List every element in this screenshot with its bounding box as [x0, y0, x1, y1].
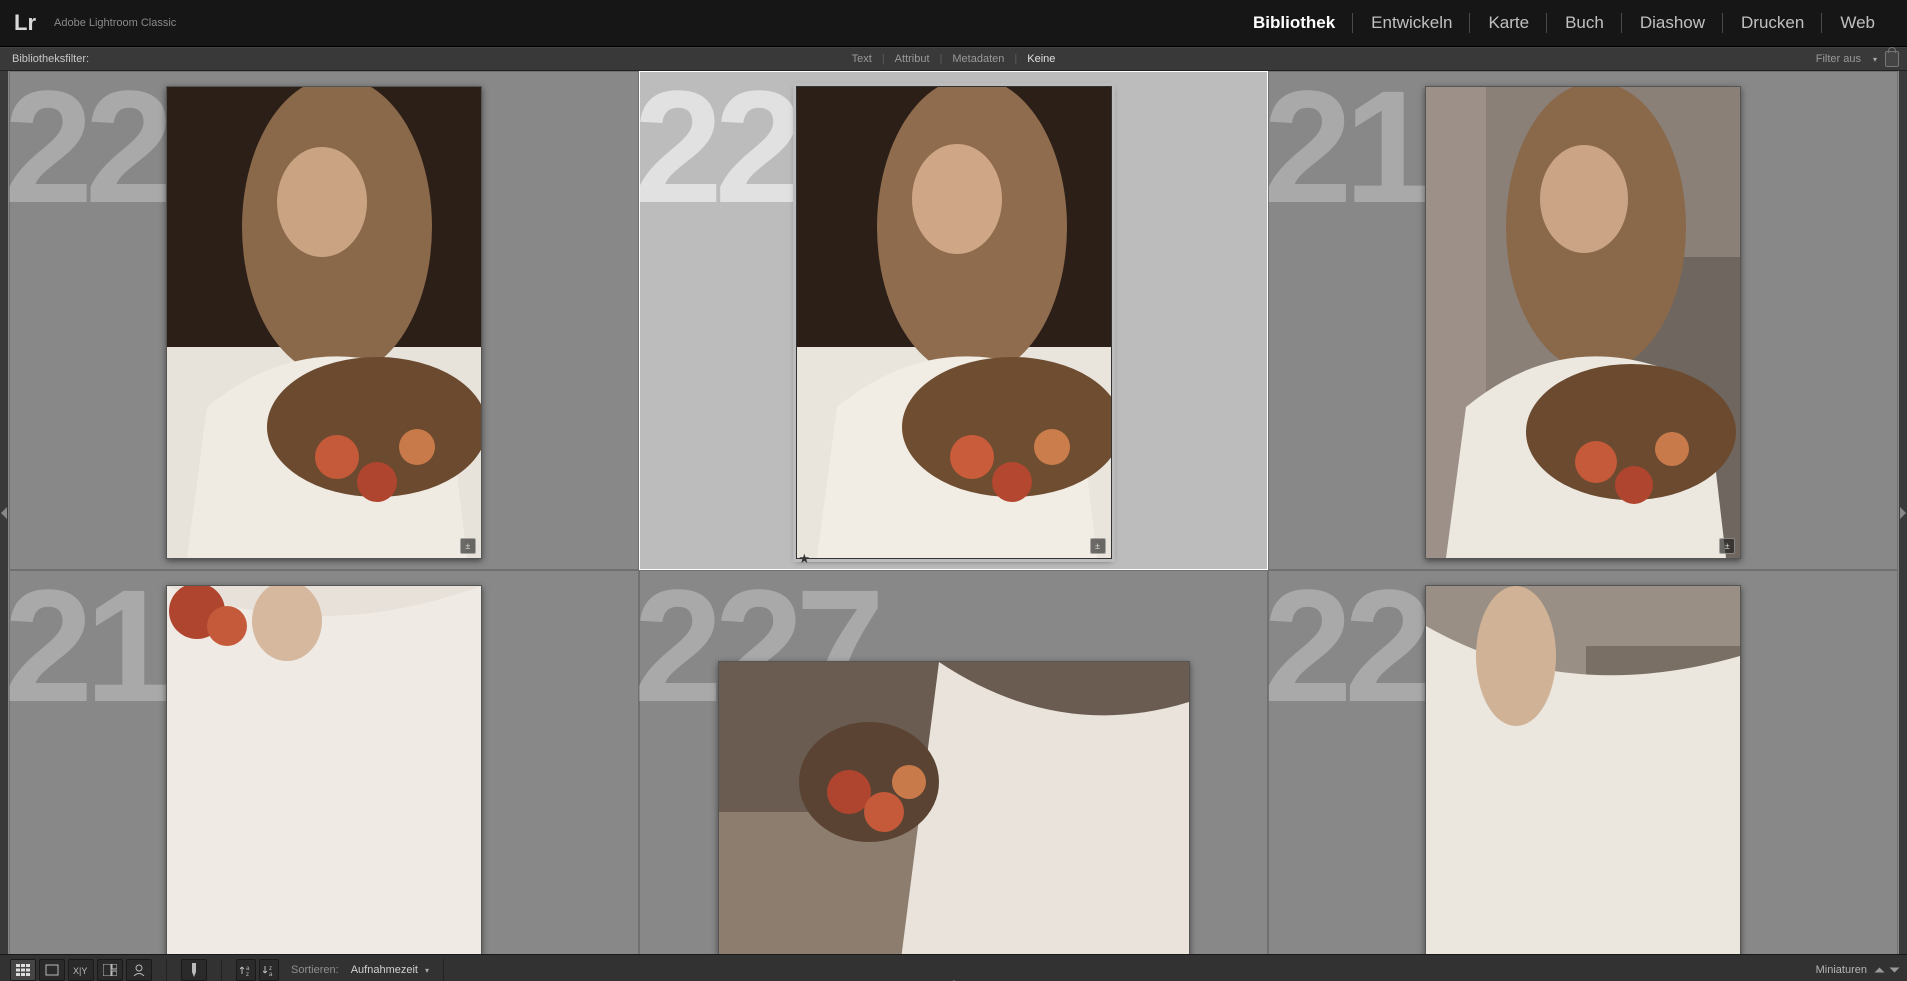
- separator: [443, 959, 444, 981]
- grid-cell[interactable]: 224 ±: [9, 71, 639, 570]
- sort-direction-group: az za: [236, 959, 279, 981]
- filter-none[interactable]: Keine: [1017, 48, 1065, 70]
- thumbnail-image[interactable]: [1425, 585, 1741, 954]
- module-slideshow[interactable]: Diashow: [1622, 9, 1723, 37]
- zoom-tri-icon[interactable]: [1875, 968, 1885, 973]
- sort-asc-button[interactable]: az: [236, 959, 256, 981]
- cell-index: 21: [1263, 71, 1425, 227]
- left-panel-collapsed[interactable]: [0, 71, 8, 954]
- compare-view-button[interactable]: X|Y: [68, 959, 94, 981]
- grid-row: 224 ±: [9, 71, 1898, 570]
- sort-value-text: Aufnahmezeit: [351, 964, 418, 976]
- library-filter-bar: Bibliotheksfilter: Text | Attribut | Met…: [0, 47, 1907, 71]
- module-map[interactable]: Karte: [1470, 9, 1547, 37]
- app-logo: Lr: [14, 10, 36, 36]
- filter-metadata[interactable]: Metadaten: [942, 48, 1014, 70]
- filter-types: Text | Attribut | Metadaten | Keine: [842, 48, 1066, 70]
- chevron-down-icon: ▾: [425, 966, 429, 975]
- module-web[interactable]: Web: [1822, 9, 1893, 37]
- module-book[interactable]: Buch: [1547, 9, 1622, 37]
- expand-left-icon: [1, 507, 7, 519]
- grid-toolbar: X|Y az za Sortieren: Aufnahmezeit ▾ Mini…: [0, 954, 1907, 981]
- app-name: Adobe Lightroom Classic: [54, 17, 176, 29]
- app-header: Lr Adobe Lightroom Classic Bibliothek En…: [0, 0, 1907, 47]
- filter-bar-label: Bibliotheksfilter:: [0, 53, 101, 65]
- svg-text:a: a: [269, 972, 273, 976]
- filter-preset[interactable]: Filter aus ▾: [1816, 51, 1907, 67]
- grid-view-button[interactable]: [10, 959, 36, 981]
- module-develop[interactable]: Entwickeln: [1353, 9, 1470, 37]
- separator: [221, 959, 222, 981]
- module-print[interactable]: Drucken: [1723, 9, 1822, 37]
- cell-index: 21: [9, 566, 166, 726]
- painter-tool-button[interactable]: [181, 959, 207, 981]
- loupe-view-button[interactable]: [39, 959, 65, 981]
- thumbnail-image[interactable]: [166, 585, 482, 954]
- grid-viewport: 224 ±: [0, 71, 1907, 954]
- thumbnail-image[interactable]: ±: [796, 86, 1112, 559]
- grid-cell[interactable]: 22: [1268, 570, 1898, 954]
- expand-right-icon: [1900, 507, 1906, 519]
- grid-cell-selected[interactable]: 225 ± ★: [639, 71, 1269, 570]
- people-view-button[interactable]: [126, 959, 152, 981]
- thumbnail-image[interactable]: ±: [166, 86, 482, 559]
- toolbar-menu-icon[interactable]: [1890, 968, 1900, 973]
- survey-view-button[interactable]: [97, 959, 123, 981]
- view-mode-group: X|Y: [10, 959, 152, 981]
- has-adjustments-icon: ±: [1719, 538, 1735, 554]
- rating-stars[interactable]: ★: [799, 550, 1113, 568]
- grid-cell[interactable]: 227: [639, 570, 1269, 954]
- lock-icon[interactable]: [1885, 51, 1899, 67]
- filter-preset-label: Filter aus: [1816, 53, 1861, 65]
- cell-index: 22: [1263, 566, 1425, 726]
- grid-row: 21 227: [9, 570, 1898, 954]
- module-picker: Bibliothek Entwickeln Karte Buch Diashow…: [1235, 9, 1893, 37]
- sort-label: Sortieren:: [291, 964, 339, 976]
- grid-cell[interactable]: 21: [9, 570, 639, 954]
- thumbnail-image[interactable]: ±: [1425, 86, 1741, 559]
- thumbnail-grid[interactable]: 224 ±: [9, 71, 1898, 954]
- sort-desc-button[interactable]: za: [259, 959, 279, 981]
- separator: [166, 959, 167, 981]
- svg-text:X|Y: X|Y: [73, 966, 87, 976]
- sort-dropdown[interactable]: Aufnahmezeit ▾: [351, 964, 429, 976]
- thumb-size-label: Miniaturen: [1816, 964, 1867, 976]
- chevron-down-icon: ▾: [1873, 55, 1877, 64]
- filter-text[interactable]: Text: [842, 48, 882, 70]
- thumbnail-image[interactable]: [718, 661, 1190, 954]
- toolbar-right: Miniaturen: [1816, 964, 1897, 976]
- has-adjustments-icon: ±: [460, 538, 476, 554]
- right-panel-collapsed[interactable]: [1899, 71, 1907, 954]
- grid-cell[interactable]: 21 ±: [1268, 71, 1898, 570]
- module-library[interactable]: Bibliothek: [1235, 9, 1353, 37]
- svg-text:z: z: [246, 972, 249, 976]
- star-icon: ★: [799, 551, 811, 566]
- filter-attribute[interactable]: Attribut: [885, 48, 940, 70]
